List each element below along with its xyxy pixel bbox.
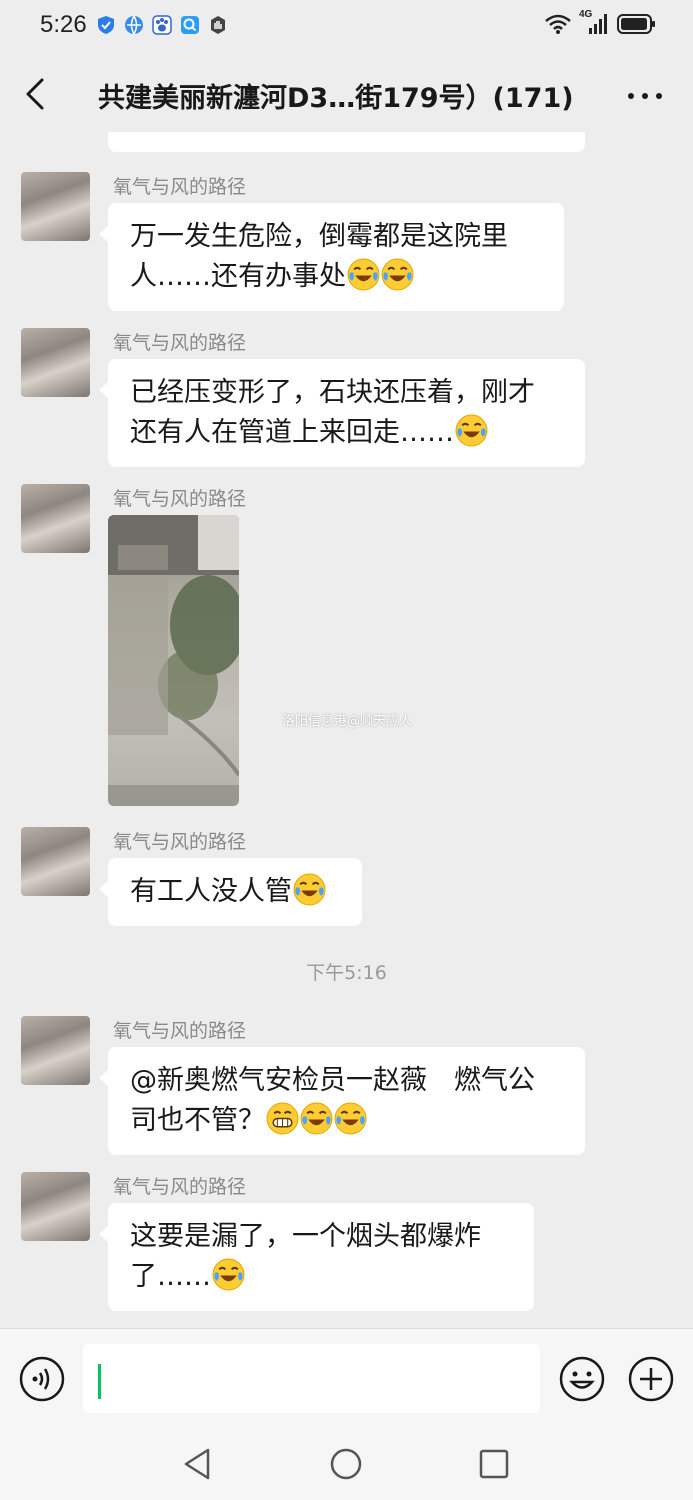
avatar[interactable] [21,1172,90,1241]
system-status-icons: 4G [545,9,657,36]
sender-name: 氧气与风的路径 [113,176,247,198]
message-bubble[interactable]: 万一发生危险，倒霉都是这院里 人……还有办事处 [99,203,564,311]
grin-emoji-icon [266,1102,299,1135]
notification-icons [96,15,228,35]
plus-icon[interactable] [627,1355,675,1403]
voice-icon[interactable] [18,1355,66,1403]
browser-icon [125,15,143,35]
hand-icon [211,16,225,34]
more-icon[interactable] [625,76,665,116]
message-text: 还有人在管道上来回走…… [130,417,454,448]
avatar[interactable] [21,1016,90,1085]
avatar[interactable] [21,172,90,241]
laugh-cry-emoji-icon [455,414,488,447]
message-text: @新奥燃气安检员一赵薇 燃气公 [130,1065,535,1096]
shield-icon [98,16,114,34]
wifi-icon [545,14,571,34]
sender-name: 氧气与风的路径 [113,1020,247,1042]
signal-icon: 4G [579,9,609,36]
sender-name: 氧气与风的路径 [113,1176,247,1198]
laugh-cry-emoji-icon [381,258,414,291]
previous-message-bubble[interactable] [108,132,585,152]
message-bubble[interactable]: 这要是漏了，一个烟头都爆炸 了…… [99,1203,534,1311]
baidu-icon [152,15,172,35]
status-time: 5:26 [40,11,87,38]
sender-name: 氧气与风的路径 [113,831,247,853]
avatar[interactable] [21,328,90,397]
emoji-icon[interactable] [558,1355,606,1403]
battery-icon [617,14,655,34]
back-icon[interactable] [16,74,56,114]
avatar[interactable] [21,827,90,896]
message-text: 已经压变形了，石块还压着，刚才 [130,377,535,408]
input-bar [0,1328,693,1428]
message-bubble[interactable]: 有工人没人管 [99,858,362,926]
message-text: 司也不管？ [130,1105,265,1136]
message-bubble[interactable]: 已经压变形了，石块还压着，刚才 还有人在管道上来回走…… [99,359,585,467]
message-text: 了…… [130,1261,211,1292]
system-navigation-bar [0,1428,693,1500]
system-home-icon[interactable] [326,1444,366,1484]
status-bar: 5:26 4G [0,0,693,52]
chat-title: 共建美丽新瀍河D3…街179号）(171) [98,83,574,114]
laugh-cry-emoji-icon [300,1102,333,1135]
message-bubble[interactable]: @新奥燃气安检员一赵薇 燃气公 司也不管？ [99,1047,585,1155]
laugh-cry-emoji-icon [347,258,380,291]
street-photo-image [108,515,239,806]
sender-name: 氧气与风的路径 [113,488,247,510]
sender-name: 氧气与风的路径 [113,332,247,354]
text-cursor [98,1364,101,1399]
photo-message[interactable] [108,515,239,806]
time-divider: 下午5:16 [306,962,387,984]
system-recents-icon[interactable] [474,1444,514,1484]
message-text: 人……还有办事处 [130,261,346,292]
laugh-cry-emoji-icon [293,873,326,906]
search-app-icon [181,16,199,34]
watermark-text: 洛阳信息港@顺天应人 [282,714,413,729]
message-input[interactable] [83,1344,540,1413]
chat-header: 共建美丽新瀍河D3…街179号）(171) [0,58,693,132]
avatar[interactable] [21,484,90,553]
system-back-icon[interactable] [178,1444,218,1484]
laugh-cry-emoji-icon [334,1102,367,1135]
message-text: 这要是漏了，一个烟头都爆炸 [130,1221,481,1252]
laugh-cry-emoji-icon [212,1258,245,1291]
message-list[interactable]: 氧气与风的路径 万一发生危险，倒霉都是这院里 人……还有办事处 氧气与风的路径 … [0,132,693,1328]
message-text: 万一发生危险，倒霉都是这院里 [130,221,508,252]
message-text: 有工人没人管 [130,876,292,907]
